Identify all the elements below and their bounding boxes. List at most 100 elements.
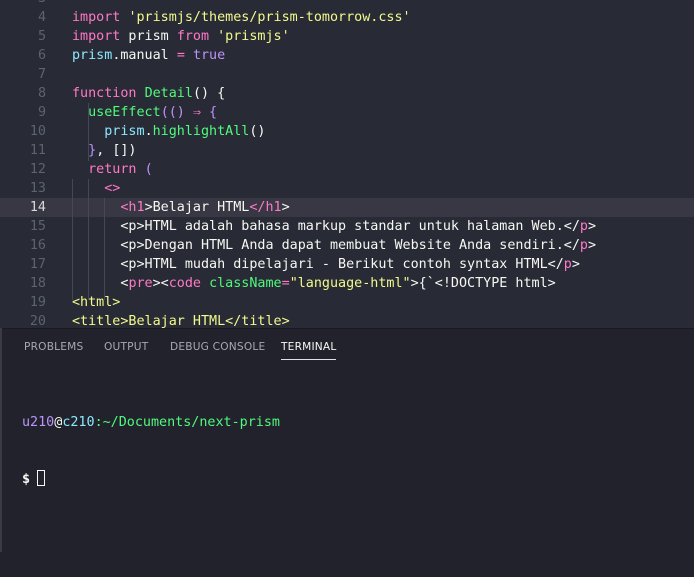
indent-guide [104,198,105,300]
code-token: true [192,48,226,63]
code-token: from [176,29,210,44]
line-number[interactable]: 16 [0,236,46,255]
line-code[interactable]: <p>Dengan HTML Anda dapat membuat Websit… [72,236,596,255]
code-token: = [281,276,290,291]
code-token: { [201,105,218,120]
code-token: []) [112,143,137,158]
line-number[interactable]: 11 [0,141,46,160]
code-line[interactable]: 8 function Detail() { [0,84,694,103]
code-token: >{`<!DOCTYPE html> [410,276,556,291]
line-code[interactable]: <pre><code className="language-html">{`<… [72,274,556,293]
tab-output[interactable]: OUTPUT [104,341,148,359]
code-token: <p>HTML mudah dipelajari - Berikut conto… [120,257,564,272]
prompt-symbol: $ [22,472,31,487]
code-token: p [579,219,588,234]
code-token: > [587,219,597,234]
line-number[interactable]: 14 [0,198,46,217]
code-token: > [587,238,597,253]
code-token: 'prismjs/themes/prism-tomorrow.css' [128,10,411,25]
line-code[interactable]: import 'prismjs/themes/prism-tomorrow.cs… [72,8,411,27]
line-code[interactable]: prism.highlightAll() [72,122,266,141]
code-line[interactable]: 6 prism.manual = true [0,46,694,65]
tab-problems[interactable]: PROBLEMS [24,341,83,359]
line-number[interactable]: 5 [0,27,46,46]
code-line[interactable]: 4 import 'prismjs/themes/prism-tomorrow.c… [0,8,694,27]
indent-guide [88,179,89,300]
code-token: highlightAll [152,124,250,139]
vscode-window: 34 import 'prismjs/themes/prism-tomorrow.… [0,0,694,577]
line-number[interactable]: 19 [0,293,46,312]
code-token: <title>Belajar HTML</title> [72,314,290,328]
line-number[interactable]: 8 [0,84,46,103]
line-number[interactable]: 13 [0,179,46,198]
code-token: <p>HTML adalah bahasa markup standar unt… [120,219,580,234]
terminal-output[interactable]: u210@c210:~/Documents/next-prism $ [22,375,280,527]
line-number[interactable]: 12 [0,160,46,179]
code-token: pre [128,276,153,291]
tab-debug-console[interactable]: DEBUG CONSOLE [170,341,265,359]
tab-terminal[interactable]: TERMINAL [281,341,337,360]
panel-tabs: PROBLEMS OUTPUT DEBUG CONSOLE TERMINAL [0,329,694,367]
line-code[interactable]: useEffect(() ⇒ { [72,103,217,122]
code-line[interactable]: 5 import prism from 'prismjs' [0,27,694,46]
panel-left-border [0,328,2,552]
code-line[interactable]: 7 [0,65,694,84]
code-line[interactable]: 10 prism.highlightAll() [0,122,694,141]
line-code[interactable]: <title>Belajar HTML</title> [72,312,290,328]
code-line[interactable]: 12 return ( [0,160,694,179]
line-code[interactable]: <p>HTML mudah dipelajari - Berikut conto… [72,255,580,274]
terminal-input-line[interactable]: $ [22,470,280,489]
code-token: import [72,29,121,44]
code-token: prism [120,29,177,44]
code-token: >Belajar HTML [144,200,250,215]
line-code[interactable]: import prism from 'prismjs' [72,27,290,46]
line-code[interactable]: function Detail() { [72,84,225,103]
code-line[interactable]: 9 useEffect(() ⇒ { [0,103,694,122]
code-token: () [249,124,266,139]
code-line[interactable]: 11 }, []) [0,141,694,160]
line-code[interactable]: }, []) [72,141,137,160]
line-number[interactable]: 7 [0,65,46,84]
code-token: code [168,276,201,291]
line-number[interactable]: 10 [0,122,46,141]
code-editor[interactable]: 34 import 'prismjs/themes/prism-tomorrow.… [0,0,694,328]
line-number[interactable]: 20 [0,312,46,328]
code-line[interactable]: 3 [0,0,694,8]
line-code[interactable]: prism.manual = true [72,46,225,65]
line-number[interactable]: 4 [0,8,46,27]
code-line[interactable]: 20 <title>Belajar HTML</title> [0,312,694,328]
code-token: prism [72,48,113,63]
code-token: <p>Dengan HTML Anda dapat membuat Websit… [120,238,580,253]
terminal-prompt-line: u210@c210:~/Documents/next-prism [22,413,280,432]
line-code[interactable]: return ( [72,160,153,179]
indent-guide [88,103,89,161]
line-number[interactable]: 9 [0,103,46,122]
line-number[interactable]: 3 [0,0,46,8]
code-token: p [563,257,572,272]
line-number[interactable]: 17 [0,255,46,274]
code-token: .manual [112,48,177,63]
prompt-path: :~/Documents/next-prism [94,415,280,430]
code-token: <> [104,181,121,196]
code-token: prism [104,124,145,139]
code-token: <h1 [120,200,145,215]
prompt-user: u210 [22,415,55,430]
line-number[interactable]: 18 [0,274,46,293]
line-number[interactable]: 6 [0,46,46,65]
line-number[interactable]: 15 [0,217,46,236]
line-code[interactable]: <> [72,179,120,198]
code-token: >< [152,276,169,291]
code-token: 'prismjs' [217,29,290,44]
line-code[interactable]: <html> [72,293,120,312]
code-token: = [176,48,185,63]
line-code[interactable]: <p>HTML adalah bahasa markup standar unt… [72,217,596,236]
code-line[interactable]: 13 <> [0,179,694,198]
